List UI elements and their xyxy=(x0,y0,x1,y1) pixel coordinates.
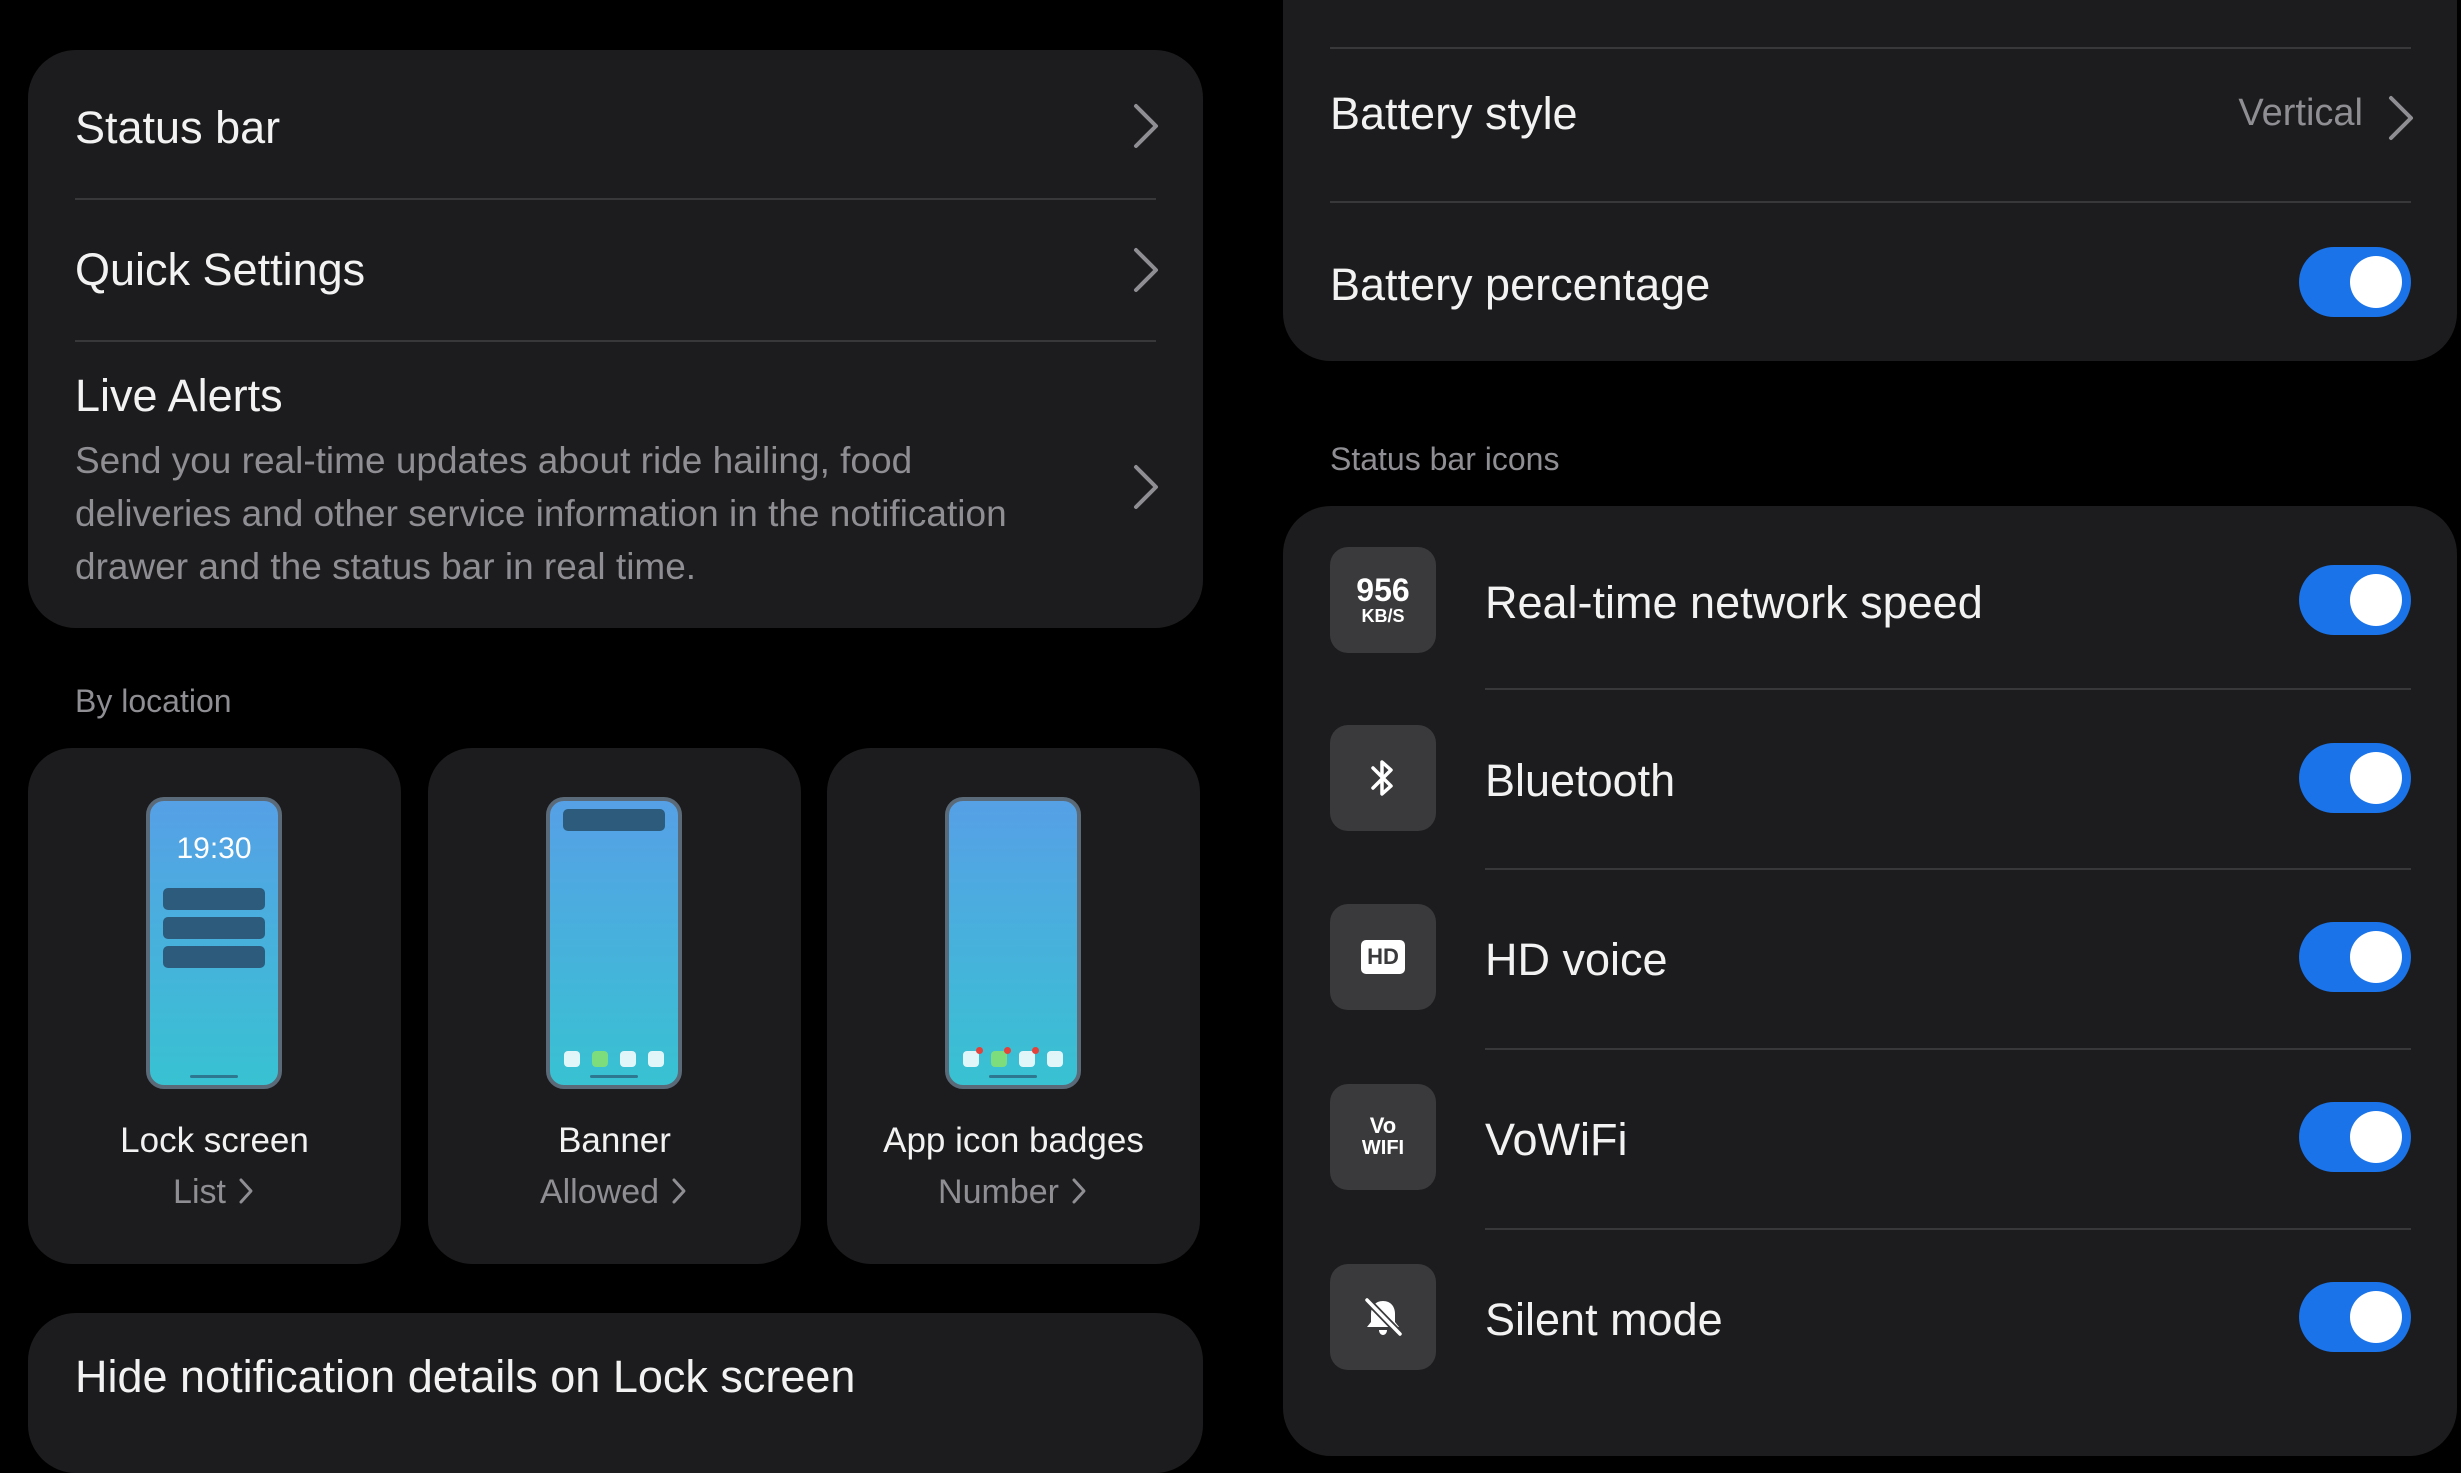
hd-voice-icon: HD xyxy=(1330,904,1436,1010)
lock-screen-tile[interactable]: 19:30 Lock screen List xyxy=(28,748,401,1264)
bluetooth-toggle[interactable] xyxy=(2299,743,2411,813)
network-speed-icon-value: 956 xyxy=(1356,572,1410,608)
home-indicator xyxy=(190,1075,238,1078)
silent-mode-icon xyxy=(1330,1264,1436,1370)
chevron-right-icon xyxy=(1126,459,1166,515)
hd-voice-row[interactable]: HD HD voice xyxy=(1283,870,2457,1048)
chevron-right-icon xyxy=(1072,1178,1086,1204)
chevron-right-icon xyxy=(1126,242,1166,298)
status-bar-title: Status bar xyxy=(75,102,281,153)
lock-screen-preview: 19:30 xyxy=(146,797,282,1089)
chevron-right-icon xyxy=(1126,98,1166,154)
network-speed-icon: 956 KB/S xyxy=(1330,547,1436,653)
home-indicator xyxy=(590,1075,638,1078)
tile-value-text: Allowed xyxy=(539,1173,660,1211)
bluetooth-icon xyxy=(1330,725,1436,831)
network-speed-row[interactable]: 956 KB/S Real-time network speed xyxy=(1283,506,2457,688)
battery-percentage-row[interactable]: Battery percentage xyxy=(1283,203,2457,361)
preview-app xyxy=(1047,1051,1063,1067)
preview-banner xyxy=(563,809,665,831)
preview-notification xyxy=(163,946,265,968)
bluetooth-row[interactable]: Bluetooth xyxy=(1283,690,2457,868)
preview-dock xyxy=(550,1051,678,1067)
preview-notification xyxy=(163,888,265,910)
vowifi-icon-top: Vo xyxy=(1369,1113,1397,1138)
battery-style-row[interactable]: Battery style Vertical xyxy=(1283,49,2457,140)
preview-app xyxy=(963,1047,983,1067)
network-speed-icon-unit: KB/S xyxy=(1361,606,1405,626)
preview-notification xyxy=(163,917,265,939)
vowifi-toggle[interactable] xyxy=(2299,1102,2411,1172)
quick-settings-title: Quick Settings xyxy=(75,244,366,295)
preview-app xyxy=(592,1051,608,1067)
vowifi-icon: Vo WIFI xyxy=(1330,1084,1436,1190)
hide-details-card[interactable]: Hide notification details on Lock screen xyxy=(28,1313,1203,1473)
bluetooth-title: Bluetooth xyxy=(1485,755,1676,806)
battery-percentage-toggle[interactable] xyxy=(2299,247,2411,317)
app-icon-badges-tile[interactable]: App icon badges Number xyxy=(827,748,1200,1264)
tile-label: Banner xyxy=(558,1121,671,1160)
battery-style-value: Vertical xyxy=(2238,92,2363,134)
app-icon-badges-preview xyxy=(945,797,1081,1089)
preview-app xyxy=(564,1051,580,1067)
battery-style-title: Battery style xyxy=(1330,88,1578,139)
notification-settings-card: Status bar Quick Settings Live Alerts Se… xyxy=(28,50,1203,628)
tile-label: Lock screen xyxy=(120,1121,309,1160)
quick-settings-row[interactable]: Quick Settings xyxy=(28,200,1203,340)
live-alerts-row[interactable]: Live Alerts Send you real-time updates a… xyxy=(28,342,1203,628)
live-alerts-title: Live Alerts xyxy=(75,370,283,421)
live-alerts-description: Send you real-time updates about ride ha… xyxy=(75,440,1007,587)
preview-app xyxy=(1019,1047,1039,1067)
chevron-right-icon xyxy=(2381,90,2421,146)
tile-value-text: List xyxy=(173,1173,226,1211)
chevron-right-icon xyxy=(239,1178,253,1204)
tile-value: List xyxy=(28,1173,401,1212)
preview-app xyxy=(991,1047,1011,1067)
vowifi-title: VoWiFi xyxy=(1485,1114,1628,1165)
hide-details-title: Hide notification details on Lock screen xyxy=(75,1351,856,1402)
hd-voice-icon-label: HD xyxy=(1361,940,1405,974)
tile-value-text: Number xyxy=(938,1173,1059,1211)
silent-mode-toggle[interactable] xyxy=(2299,1282,2411,1352)
chevron-right-icon xyxy=(672,1178,686,1204)
network-speed-toggle[interactable] xyxy=(2299,565,2411,635)
vowifi-icon-bottom: WIFI xyxy=(1361,1137,1405,1159)
tile-label: App icon badges xyxy=(883,1121,1144,1160)
hd-voice-title: HD voice xyxy=(1485,934,1668,985)
tile-value: Allowed xyxy=(428,1173,801,1212)
status-bar-icons-card: 956 KB/S Real-time network speed Bluetoo… xyxy=(1283,506,2457,1456)
banner-preview xyxy=(546,797,682,1089)
preview-clock: 19:30 xyxy=(176,832,252,865)
status-bar-row[interactable]: Status bar xyxy=(28,50,1203,198)
silent-mode-row[interactable]: Silent mode xyxy=(1283,1230,2457,1408)
hd-voice-toggle[interactable] xyxy=(2299,922,2411,992)
network-speed-title: Real-time network speed xyxy=(1485,577,1983,628)
status-bar-icons-label: Status bar icons xyxy=(1330,441,1560,477)
battery-percentage-title: Battery percentage xyxy=(1330,259,1711,310)
banner-tile[interactable]: Banner Allowed xyxy=(428,748,801,1264)
by-location-label: By location xyxy=(75,683,232,719)
silent-mode-title: Silent mode xyxy=(1485,1294,1723,1345)
tile-value: Number xyxy=(827,1173,1200,1212)
vowifi-row[interactable]: Vo WIFI VoWiFi xyxy=(1283,1050,2457,1228)
preview-dock xyxy=(949,1047,1077,1067)
home-indicator xyxy=(989,1075,1037,1078)
preview-app xyxy=(620,1051,636,1067)
preview-app xyxy=(648,1051,664,1067)
battery-card: Battery style Vertical Battery percentag… xyxy=(1283,0,2457,361)
